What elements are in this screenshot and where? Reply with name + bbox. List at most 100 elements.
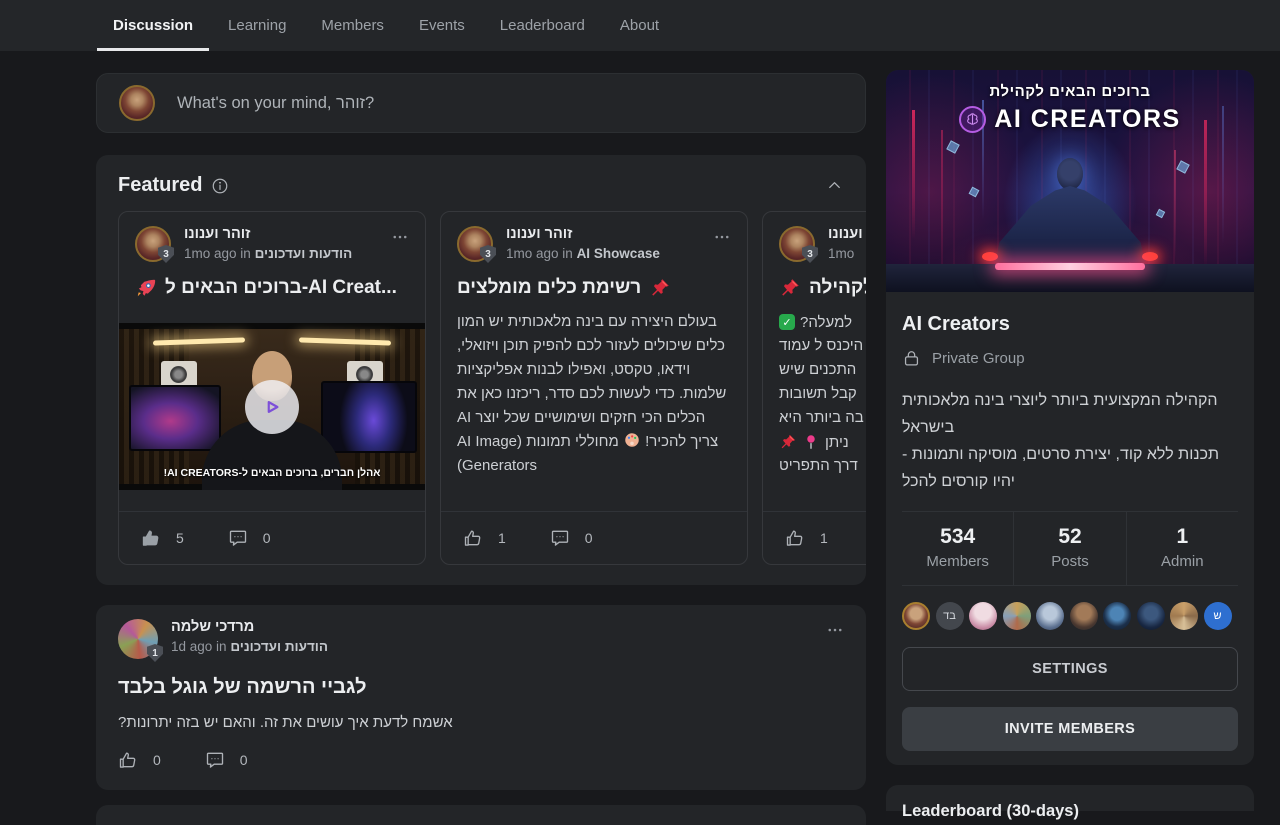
pushpin-icon bbox=[779, 277, 801, 299]
cover-figure bbox=[1057, 158, 1083, 190]
avatar[interactable]: 3 bbox=[457, 226, 493, 262]
thumbs-up-icon bbox=[463, 528, 483, 548]
post-title[interactable]: רשימת כלים מומלצים bbox=[457, 277, 731, 299]
more-options-icon[interactable] bbox=[713, 228, 731, 246]
info-icon[interactable] bbox=[211, 177, 229, 195]
thumbs-up-icon bbox=[785, 528, 805, 548]
level-badge: 1 bbox=[147, 644, 163, 662]
featured-title: Featured bbox=[118, 174, 202, 197]
member-avatar[interactable] bbox=[969, 602, 997, 630]
community-page: Discussion Learning Members Events Leade… bbox=[0, 0, 1280, 811]
member-avatar[interactable] bbox=[1036, 602, 1064, 630]
tab-learning[interactable]: Learning bbox=[212, 0, 302, 51]
round-pin-icon bbox=[802, 433, 820, 451]
more-options-icon[interactable] bbox=[391, 228, 409, 246]
tab-members[interactable]: Members bbox=[305, 0, 400, 51]
avatar[interactable]: 3 bbox=[779, 226, 815, 262]
current-user-avatar[interactable] bbox=[119, 85, 155, 121]
stat-members[interactable]: 534 Members bbox=[902, 512, 1013, 585]
palette-icon bbox=[623, 431, 641, 449]
like-count: 1 bbox=[820, 530, 828, 546]
comment-button[interactable]: 0 bbox=[228, 528, 271, 548]
comment-button[interactable]: 0 bbox=[205, 750, 248, 770]
invite-members-button[interactable]: INVITE MEMBERS bbox=[902, 707, 1238, 751]
comment-icon bbox=[205, 750, 225, 770]
post-body[interactable]: אשמח לדעת איך עושים את זה. והאם יש בזה י… bbox=[118, 714, 844, 731]
monitor-screen bbox=[129, 385, 221, 451]
member-avatar[interactable] bbox=[1137, 602, 1165, 630]
settings-button[interactable]: SETTINGS bbox=[902, 647, 1238, 691]
comment-icon bbox=[228, 528, 248, 548]
member-avatar[interactable] bbox=[1103, 602, 1131, 630]
group-name: AI Creators bbox=[902, 313, 1238, 336]
like-button[interactable]: 1 bbox=[785, 528, 828, 548]
like-button[interactable]: 5 bbox=[141, 528, 184, 548]
featured-post-card[interactable]: 3 זוהר וענונו 1mo ברוכים הבאים לקהילה bbox=[762, 211, 866, 565]
comment-count: 0 bbox=[263, 530, 271, 546]
group-sidebar: ברוכים הבאים לקהילת AI CREATORS AI Creat… bbox=[886, 70, 1254, 765]
thumbs-up-icon bbox=[141, 528, 161, 548]
avatar[interactable]: 3 bbox=[135, 226, 171, 262]
level-badge: 3 bbox=[158, 245, 174, 263]
thumbs-up-icon bbox=[118, 750, 138, 770]
member-avatar[interactable] bbox=[1170, 602, 1198, 630]
featured-section: Featured 3 זוהר וענונו 1mo ago in הודעות… bbox=[96, 155, 866, 585]
member-avatar[interactable] bbox=[1003, 602, 1031, 630]
brain-icon bbox=[959, 106, 986, 133]
member-avatar[interactable] bbox=[902, 602, 930, 630]
post-meta: 1d ago in הודעות ועדכונים bbox=[171, 639, 328, 654]
member-avatar[interactable] bbox=[1070, 602, 1098, 630]
post-title[interactable]: ברוכים הבאים ל-AI Creat... bbox=[135, 277, 409, 299]
group-cover-image[interactable]: ברוכים הבאים לקהילת AI CREATORS bbox=[886, 70, 1254, 292]
post-body[interactable]: ✓ למעלה? היכנס ל עמוד התכנים שיש קבל תשו… bbox=[763, 310, 866, 478]
like-button[interactable]: 0 bbox=[118, 750, 161, 770]
stat-posts[interactable]: 52 Posts bbox=[1013, 512, 1125, 585]
category-link[interactable]: הודעות ועדכונים bbox=[230, 639, 328, 654]
stat-admin[interactable]: 1 Admin bbox=[1126, 512, 1238, 585]
tab-leaderboard[interactable]: Leaderboard bbox=[484, 0, 601, 51]
author-name[interactable]: זוהר וענונו bbox=[184, 226, 352, 242]
tab-discussion[interactable]: Discussion bbox=[97, 0, 209, 51]
more-options-icon[interactable] bbox=[826, 621, 844, 639]
pushpin-icon bbox=[779, 433, 797, 451]
video-thumbnail[interactable]: אהלן חברים, ברוכים הבאים ל-AI CREATORS! bbox=[119, 323, 425, 490]
post-body[interactable]: בעולם היצירה עם בינה מלאכותית יש המון כל… bbox=[457, 310, 731, 478]
comment-count: 0 bbox=[240, 752, 248, 768]
tab-about[interactable]: About bbox=[604, 0, 675, 51]
group-description: הקהילה המקצועית ביותר ליוצרי בינה מלאכות… bbox=[902, 387, 1238, 495]
level-badge: 3 bbox=[480, 245, 496, 263]
level-badge: 3 bbox=[802, 245, 818, 263]
post-meta: 1mo ago in AI Showcase bbox=[506, 246, 660, 261]
member-avatar[interactable]: בד bbox=[936, 602, 964, 630]
comment-count: 0 bbox=[585, 530, 593, 546]
play-button[interactable] bbox=[245, 380, 299, 434]
like-count: 5 bbox=[176, 530, 184, 546]
featured-post-card[interactable]: 3 זוהר וענונו 1mo ago in הודעות ועדכונים… bbox=[118, 211, 426, 565]
cover-welcome-text: ברוכים הבאים לקהילת bbox=[886, 83, 1254, 100]
avatar[interactable]: 1 bbox=[118, 619, 158, 659]
check-icon: ✓ bbox=[779, 314, 795, 330]
chevron-up-icon[interactable] bbox=[825, 176, 844, 195]
author-name[interactable]: מרדכי שלמה bbox=[171, 619, 328, 635]
post-title[interactable]: ברוכים הבאים לקהילה bbox=[779, 277, 866, 299]
member-avatar[interactable]: ש bbox=[1204, 602, 1232, 630]
feed-post-card[interactable]: 1 מרדכי שלמה 1d ago in הודעות ועדכונים ל… bbox=[96, 605, 866, 790]
featured-post-card[interactable]: 3 זוהר וענונו 1mo ago in AI Showcase רשי… bbox=[440, 211, 748, 565]
composer-placeholder: What's on your mind, זוהר? bbox=[177, 94, 374, 113]
glowing-hand bbox=[982, 252, 998, 261]
member-avatar-row: בד ש bbox=[902, 586, 1238, 630]
category-link[interactable]: הודעות ועדכונים bbox=[255, 246, 353, 261]
comment-icon bbox=[550, 528, 570, 548]
category-link[interactable]: AI Showcase bbox=[577, 246, 660, 261]
post-title[interactable]: לגביי הרשמה של גוגל בלבד bbox=[118, 676, 844, 699]
privacy-label: Private Group bbox=[932, 350, 1025, 367]
tab-events[interactable]: Events bbox=[403, 0, 481, 51]
featured-card-row[interactable]: 3 זוהר וענונו 1mo ago in הודעות ועדכונים… bbox=[118, 211, 866, 565]
author-name[interactable]: זוהר וענונו bbox=[828, 226, 866, 242]
post-composer[interactable]: What's on your mind, זוהר? bbox=[96, 73, 866, 133]
like-button[interactable]: 1 bbox=[463, 528, 506, 548]
like-count: 0 bbox=[153, 752, 161, 768]
leaderboard-card: Leaderboard (30-days) bbox=[886, 785, 1254, 811]
comment-button[interactable]: 0 bbox=[550, 528, 593, 548]
author-name[interactable]: זוהר וענונו bbox=[506, 226, 660, 242]
